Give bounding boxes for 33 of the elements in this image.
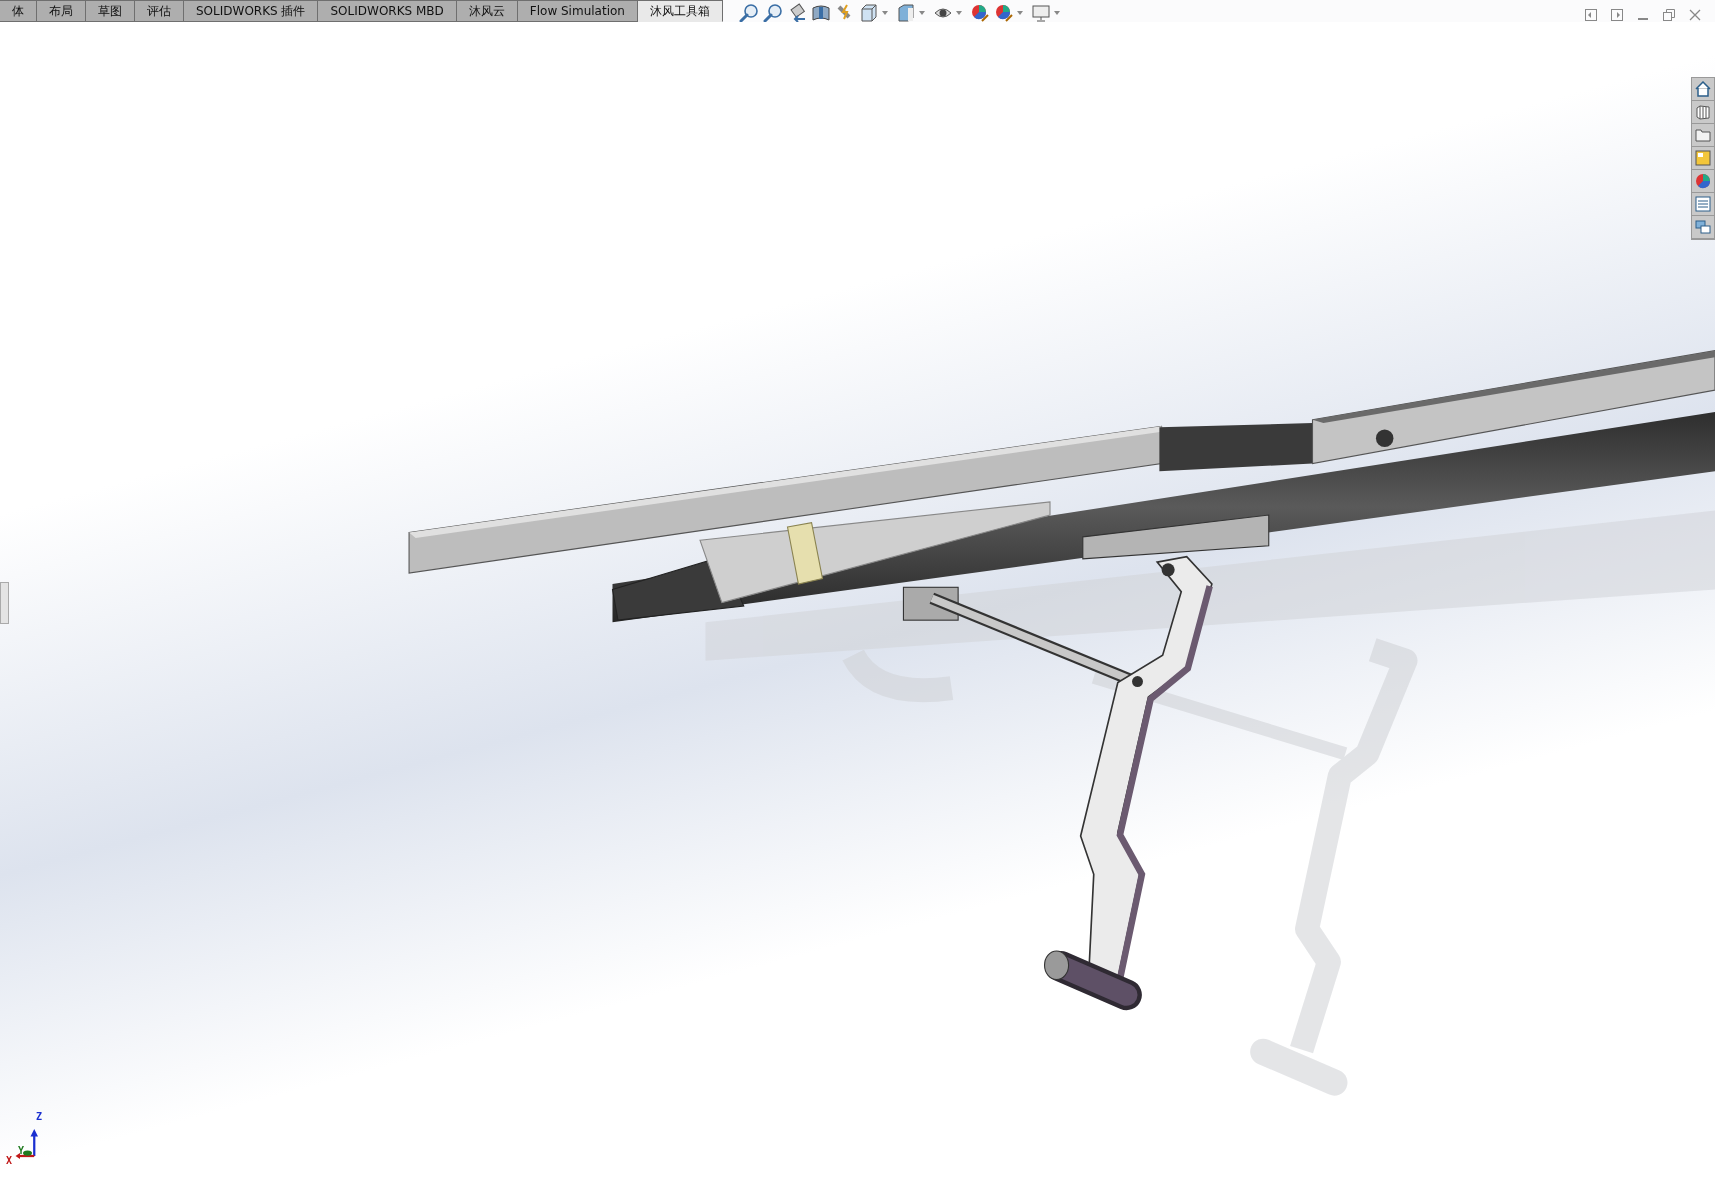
monitor-icon[interactable] bbox=[1030, 3, 1051, 23]
restore-icon[interactable] bbox=[1663, 9, 1675, 21]
ribbon-tab[interactable]: 体 bbox=[0, 0, 37, 22]
appearance-edit-icon[interactable] bbox=[969, 3, 990, 23]
palette-board-icon[interactable] bbox=[1692, 147, 1714, 170]
section-view-icon[interactable] bbox=[810, 3, 831, 23]
display-style-icon[interactable] bbox=[895, 3, 916, 23]
close-icon[interactable] bbox=[1689, 9, 1701, 21]
home-icon[interactable] bbox=[1692, 78, 1714, 101]
view-orientation-icon[interactable] bbox=[858, 3, 879, 23]
ribbon-tab[interactable]: SOLIDWORKS 插件 bbox=[184, 0, 319, 22]
zoom-area-icon[interactable] bbox=[762, 3, 783, 23]
dropdown-caret-icon[interactable] bbox=[918, 11, 925, 15]
dropdown-caret-icon[interactable] bbox=[1053, 11, 1060, 15]
tile-right-icon[interactable] bbox=[1611, 9, 1623, 21]
zoom-fit-icon[interactable] bbox=[738, 3, 759, 23]
axis-label: X bbox=[6, 1155, 13, 1166]
ribbon-tab[interactable]: Flow Simulation bbox=[517, 0, 638, 22]
axis-label: Y bbox=[18, 1145, 25, 1156]
ribbon-tab[interactable]: 草图 bbox=[86, 0, 135, 22]
dropdown-caret-icon[interactable] bbox=[881, 11, 888, 15]
list-icon[interactable] bbox=[1692, 193, 1714, 216]
scene-icon[interactable] bbox=[993, 3, 1014, 23]
ribbon-tab[interactable]: 布局 bbox=[37, 0, 86, 22]
tile-left-icon[interactable] bbox=[1585, 9, 1597, 21]
panel-handle[interactable] bbox=[0, 582, 9, 624]
dropdown-caret-icon[interactable] bbox=[955, 11, 962, 15]
ribbon-tab[interactable]: 沐风工具箱 bbox=[637, 0, 723, 22]
axis-label: Z bbox=[36, 1111, 43, 1122]
ribbon-tab[interactable]: SOLIDWORKS MBD bbox=[318, 0, 457, 22]
ribbon-tab[interactable]: 评估 bbox=[135, 0, 184, 22]
dropdown-caret-icon[interactable] bbox=[1016, 11, 1023, 15]
ribbon-tab[interactable]: 沐风云 bbox=[456, 0, 518, 22]
